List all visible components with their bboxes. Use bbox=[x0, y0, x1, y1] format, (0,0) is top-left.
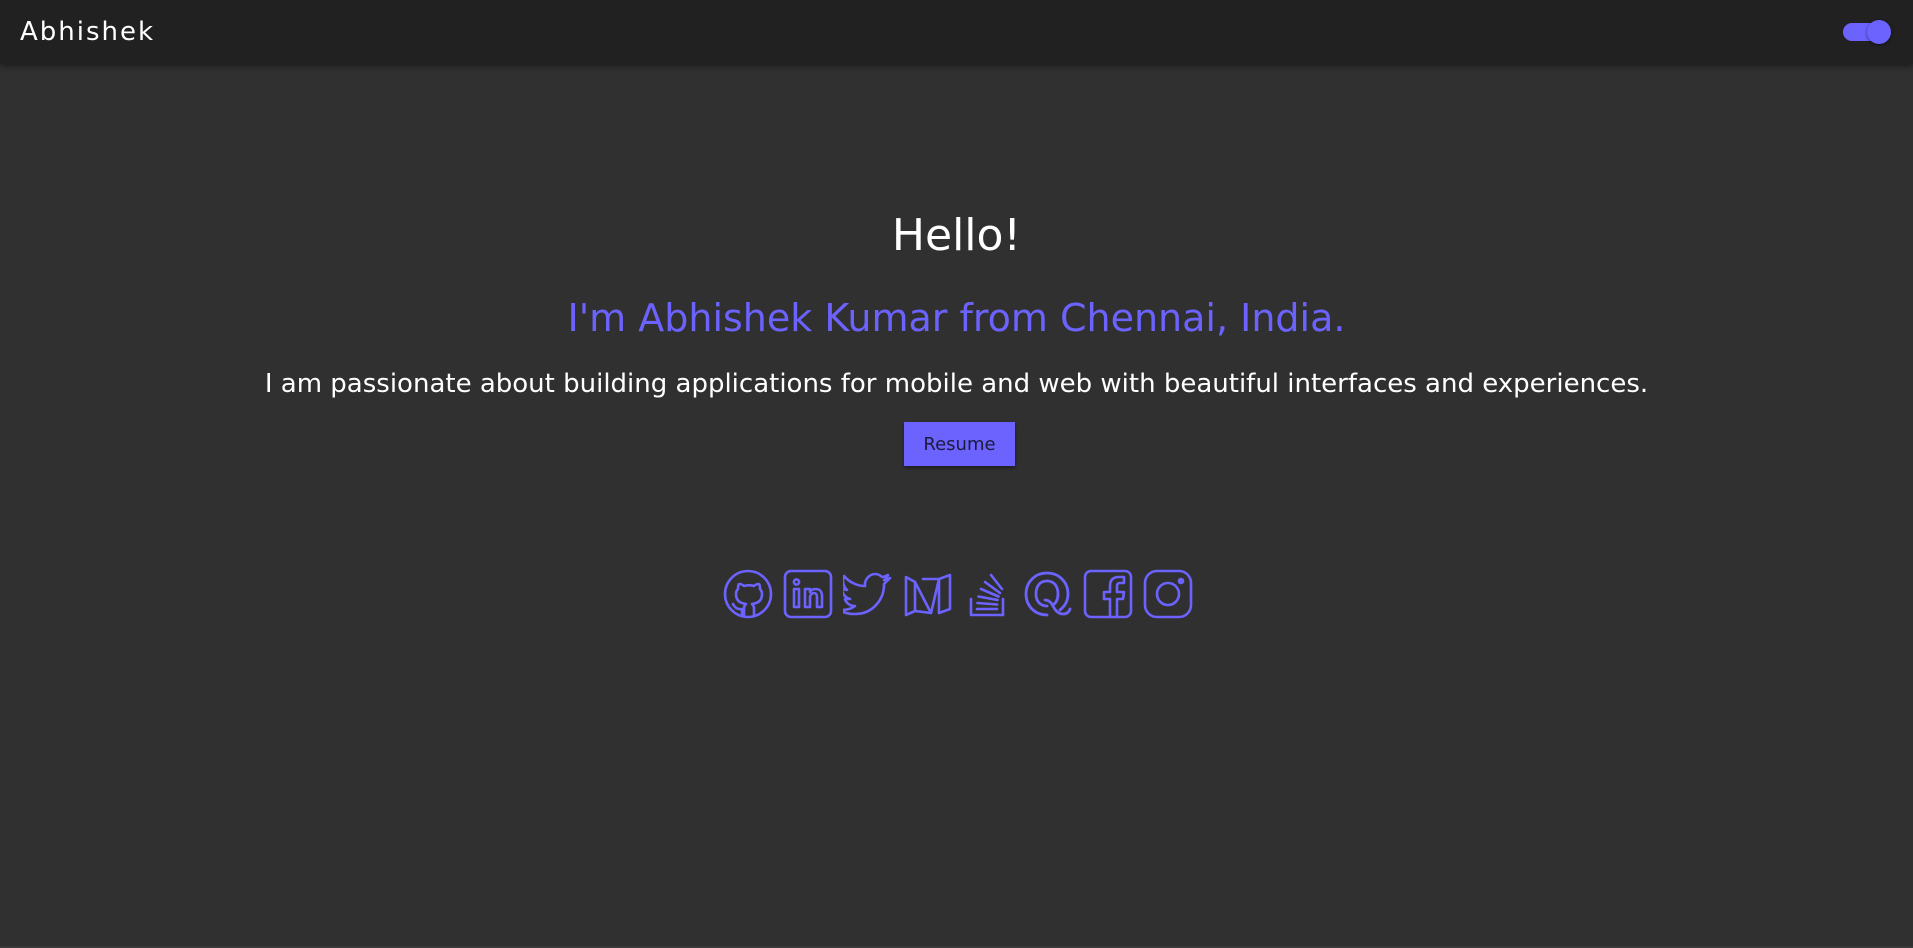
linkedin-icon[interactable] bbox=[783, 569, 833, 619]
social-links bbox=[723, 569, 1197, 621]
facebook-icon[interactable] bbox=[1083, 569, 1133, 619]
tagline-text: I am passionate about building applicati… bbox=[264, 369, 1649, 399]
quora-icon[interactable] bbox=[1023, 569, 1073, 619]
greeting-heading: Hello! bbox=[891, 210, 1022, 261]
twitter-icon[interactable] bbox=[843, 569, 893, 619]
instagram-icon[interactable] bbox=[1143, 569, 1193, 619]
theme-toggle[interactable] bbox=[1843, 20, 1891, 44]
resume-button[interactable]: Resume bbox=[904, 422, 1015, 466]
stackoverflow-icon[interactable] bbox=[963, 569, 1013, 619]
navbar: Abhishek bbox=[0, 0, 1913, 64]
brand-title[interactable]: Abhishek bbox=[20, 17, 155, 47]
theme-toggle-knob[interactable] bbox=[1867, 20, 1891, 44]
intro-heading: I'm Abhishek Kumar from Chennai, India. bbox=[567, 296, 1346, 340]
github-icon[interactable] bbox=[723, 569, 773, 619]
medium-icon[interactable] bbox=[903, 569, 953, 619]
